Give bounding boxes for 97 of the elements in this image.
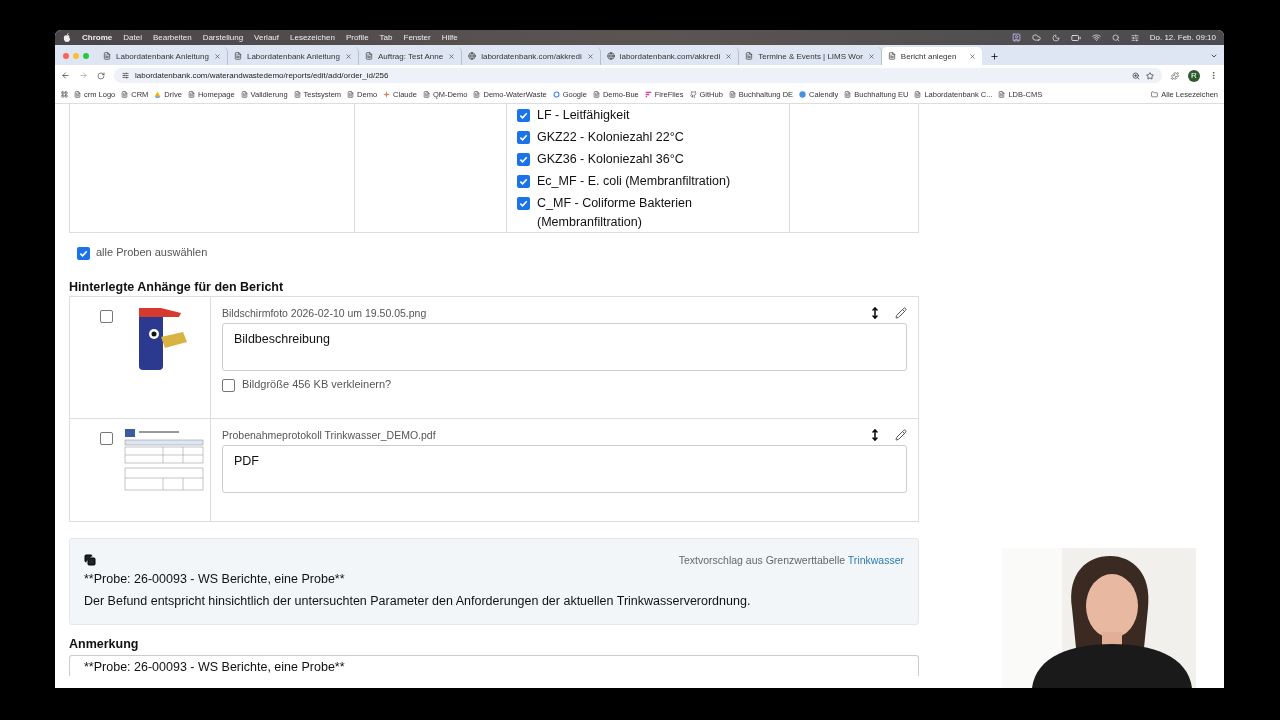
menu-item[interactable]: Darstellung bbox=[202, 33, 244, 42]
cloud-icon[interactable] bbox=[1031, 33, 1041, 42]
globe-icon bbox=[468, 52, 477, 60]
description-field[interactable]: Bildbeschreibung bbox=[222, 323, 907, 371]
suggestion-text: **Probe: 26-00093 - WS Berichte, eine Probe** bbox=[84, 571, 346, 588]
checkbox[interactable] bbox=[517, 153, 530, 166]
document-icon bbox=[74, 91, 81, 98]
globe-icon bbox=[606, 52, 615, 60]
moon-icon[interactable] bbox=[1051, 33, 1060, 42]
triangle-icon bbox=[154, 91, 162, 98]
checkbox[interactable] bbox=[100, 432, 113, 445]
close-icon[interactable] bbox=[344, 52, 352, 60]
remark-field[interactable]: **Probe: 26-00093 - WS Berichte, eine Probe** bbox=[69, 655, 919, 676]
circle-icon bbox=[552, 91, 560, 98]
document-icon bbox=[364, 52, 373, 60]
document-icon bbox=[473, 91, 481, 98]
document-icon bbox=[121, 91, 129, 98]
document-icon bbox=[887, 52, 896, 60]
table-link[interactable]: Trinkwasser bbox=[847, 554, 904, 566]
document-icon bbox=[347, 91, 355, 98]
folder-icon bbox=[1151, 91, 1159, 98]
cat-icon bbox=[689, 91, 697, 98]
checkbox[interactable] bbox=[517, 197, 530, 210]
menu-item[interactable]: Chrome bbox=[82, 33, 113, 42]
section-heading: Anmerkung bbox=[69, 637, 140, 651]
parameter-label: Ec_MF - E. coli (Membranfiltration) bbox=[537, 173, 731, 190]
profile-avatar[interactable]: R bbox=[1188, 69, 1200, 82]
document-icon bbox=[103, 52, 111, 60]
document-icon bbox=[998, 91, 1006, 98]
checkbox[interactable] bbox=[517, 131, 530, 144]
document-icon bbox=[592, 91, 600, 98]
description-field[interactable]: PDF bbox=[222, 445, 907, 493]
checkbox-label: Bildgröße 456 KB verkleinern? bbox=[242, 378, 392, 390]
checkbox[interactable] bbox=[517, 109, 530, 122]
menu-item[interactable]: Hilfe bbox=[441, 33, 458, 42]
parameter-label: GKZ22 - Koloniezahl 22°C bbox=[537, 129, 684, 146]
menu-icon[interactable] bbox=[1209, 71, 1218, 80]
section-heading: Hinterlegte Anhänge für den Bericht bbox=[69, 280, 285, 294]
reload-icon[interactable] bbox=[97, 71, 105, 80]
menu-item[interactable]: Profile bbox=[345, 33, 369, 42]
parameter-label: LF - Leitfähigkeit bbox=[537, 107, 630, 124]
menu-item[interactable]: Verlauf bbox=[254, 33, 279, 42]
checkbox[interactable] bbox=[100, 310, 113, 323]
menu-item[interactable]: Tab bbox=[379, 33, 393, 42]
document-icon bbox=[914, 91, 922, 98]
file-name: Bildschirmfoto 2026-02-10 um 19.50.05.png bbox=[222, 307, 428, 319]
drag-handle-icon[interactable] bbox=[869, 307, 881, 319]
star-icon[interactable] bbox=[1146, 71, 1154, 80]
address-bar[interactable]: labordatenbank.com/waterandwastedemo/reports/edit/add/order_id/256 bbox=[114, 68, 1162, 83]
close-icon[interactable] bbox=[867, 52, 875, 60]
circle-icon bbox=[799, 91, 807, 98]
search-icon[interactable] bbox=[1111, 33, 1120, 42]
battery-icon[interactable] bbox=[1070, 32, 1081, 43]
document-icon bbox=[745, 52, 754, 60]
zoom-icon[interactable] bbox=[1132, 71, 1140, 80]
browser-tab[interactable]: Bericht anlegen bbox=[881, 47, 982, 65]
suggestion-text: Der Befund entspricht hinsichtlich der untersuchten Parameter den Anforderungen der aktuellen Trinkwasserverordnung. bbox=[84, 593, 752, 610]
parameter-label: C_MF - Coliforme Bakterien (Membranfiltration) bbox=[537, 195, 693, 231]
edit-icon[interactable] bbox=[895, 307, 907, 319]
document-icon bbox=[844, 91, 852, 98]
document-icon bbox=[422, 91, 430, 98]
parameter-label: GKZ36 - Koloniezahl 36°C bbox=[537, 151, 684, 168]
site-settings-icon[interactable] bbox=[122, 72, 129, 79]
menu-item[interactable]: Datei bbox=[123, 33, 142, 42]
extensions-icon[interactable] bbox=[1171, 71, 1179, 80]
menu-item[interactable]: Lesezeichen bbox=[290, 33, 335, 42]
close-icon[interactable] bbox=[968, 52, 976, 60]
drag-handle-icon[interactable] bbox=[869, 429, 881, 441]
document-icon bbox=[293, 91, 301, 98]
checkbox-label: alle Proben auswählen bbox=[96, 246, 208, 258]
checkbox[interactable] bbox=[77, 247, 90, 260]
stripes-icon bbox=[644, 91, 652, 98]
chevron-down-icon[interactable] bbox=[1210, 52, 1218, 60]
close-icon[interactable] bbox=[448, 52, 456, 60]
menu-item[interactable]: Fenster bbox=[403, 33, 431, 42]
back-icon[interactable] bbox=[61, 71, 70, 80]
edit-icon[interactable] bbox=[895, 429, 907, 441]
menu-item[interactable]: Bearbeiten bbox=[152, 33, 192, 42]
close-icon[interactable] bbox=[586, 52, 594, 60]
document-icon bbox=[187, 91, 195, 98]
suggestion-source: Textvorschlag aus Grenzwerttabelle Trinkwasser bbox=[678, 554, 904, 566]
sparkle-icon bbox=[383, 91, 391, 98]
apps-icon[interactable] bbox=[61, 91, 68, 98]
checkbox[interactable] bbox=[517, 175, 530, 188]
document-icon bbox=[728, 91, 736, 98]
new-tab-icon[interactable] bbox=[989, 52, 999, 61]
close-icon[interactable] bbox=[213, 52, 221, 60]
checkbox[interactable] bbox=[222, 379, 235, 392]
document-icon bbox=[233, 52, 242, 60]
clock: Do. 12. Feb. 09:10 bbox=[1149, 33, 1216, 42]
close-icon[interactable] bbox=[725, 52, 733, 60]
copy-icon[interactable] bbox=[84, 554, 96, 566]
document-icon bbox=[240, 91, 248, 98]
control-center-icon[interactable] bbox=[1130, 33, 1139, 42]
logo-icon[interactable] bbox=[63, 33, 71, 42]
file-name: Probenahmeprotokoll Trinkwasser_DEMO.pdf bbox=[222, 429, 437, 441]
wifi-icon[interactable] bbox=[1091, 33, 1101, 42]
